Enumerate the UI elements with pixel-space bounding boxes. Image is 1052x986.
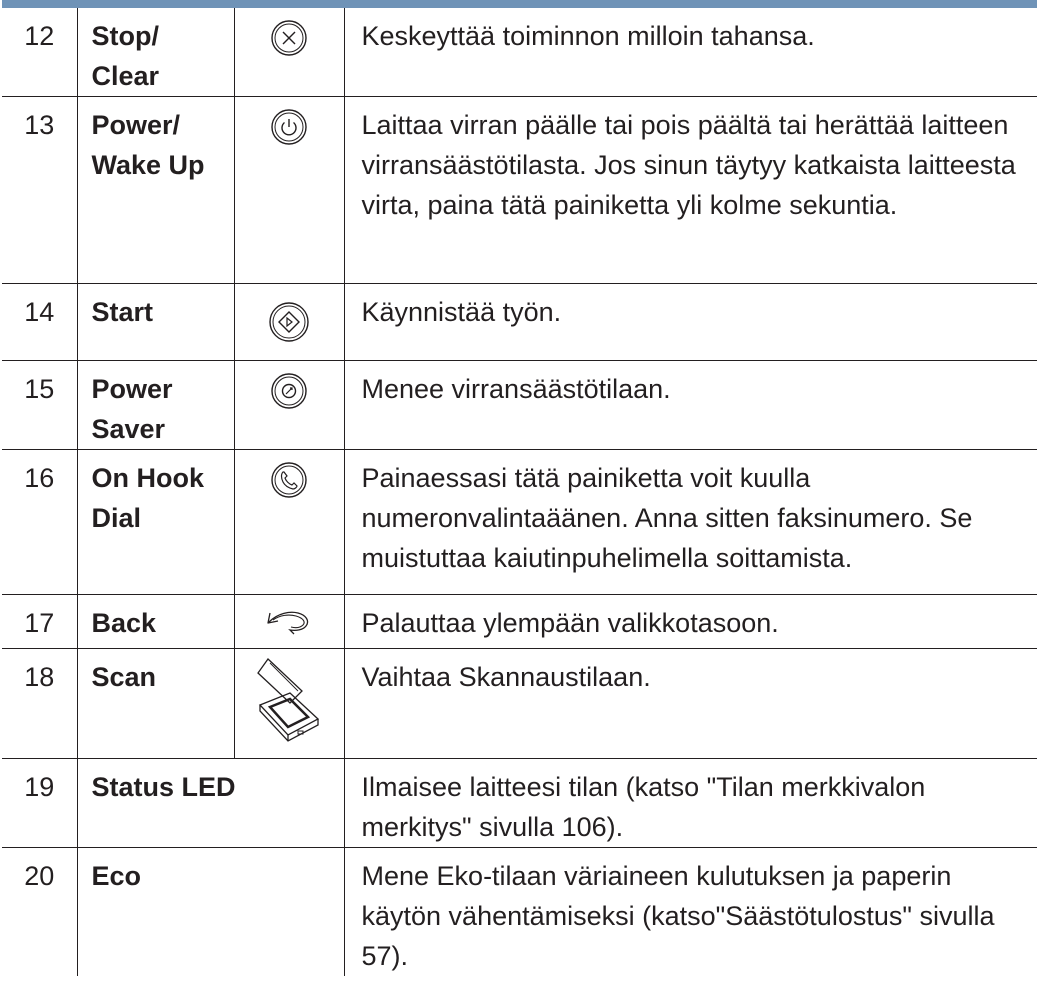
- button-name: Stop/Clear: [77, 8, 235, 97]
- table-row: 16 On Hook Dial Painaessasi tätä painiket…: [2, 449, 1037, 595]
- table-row: 12 Stop/Clear Keskeyttää toiminnon millo…: [2, 8, 1037, 97]
- button-description: Palauttaa ylempään valikkotasoon.: [361, 608, 779, 638]
- button-description: Laittaa virran päälle tai pois päältä ta…: [361, 110, 1016, 220]
- button-description: Käynnistää työn.: [361, 297, 562, 327]
- row-number: 16: [2, 449, 78, 595]
- button-name: Status LED: [77, 758, 345, 848]
- icon-cell: [234, 594, 345, 649]
- table-row: 19 Status LED Ilmaisee laitteesi tilan (…: [2, 758, 1037, 848]
- button-name: Start: [77, 283, 235, 361]
- row-number: 13: [2, 96, 78, 284]
- control-panel-table: 12 Stop/Clear Keskeyttää toiminnon millo…: [2, 8, 1037, 976]
- icon-cell: [234, 360, 345, 450]
- row-number: 17: [2, 594, 78, 649]
- stop-clear-icon: [271, 20, 307, 56]
- icon-cell: [234, 449, 345, 595]
- scanner-icon: [257, 658, 320, 742]
- row-number: 18: [2, 648, 78, 759]
- start-icon: [269, 302, 309, 342]
- phone-icon: [271, 462, 307, 498]
- row-number: 19: [2, 758, 78, 848]
- icon-cell: [234, 96, 345, 284]
- power-icon: [271, 109, 307, 145]
- row-number: 14: [2, 283, 78, 361]
- row-number: 20: [2, 847, 78, 976]
- table-row: 17 Back Palauttaa ylempään valikkotasoon…: [2, 594, 1037, 649]
- icon-cell: [234, 648, 345, 759]
- button-name: On Hook Dial: [77, 449, 235, 595]
- button-description: Menee virransäästötilaan.: [361, 374, 671, 404]
- power-saver-icon: [271, 373, 307, 409]
- table-row: 13 Power/Wake Up Laittaa virran päälle t…: [2, 96, 1037, 284]
- table-row: 15 Power Saver Menee virransäästötilaan.: [2, 360, 1037, 450]
- row-number: 15: [2, 360, 78, 450]
- icon-cell: [234, 283, 345, 361]
- button-name: Back: [77, 594, 235, 649]
- button-name: Eco: [77, 847, 345, 976]
- table-row: 14 Start Käynnistää työn.: [2, 283, 1037, 361]
- icon-cell: [234, 8, 345, 97]
- button-description: Mene Eko-tilaan väriaineen kulutuksen ja…: [361, 861, 995, 971]
- top-rule: [2, 0, 1037, 8]
- button-name: Power/Wake Up: [77, 96, 235, 284]
- back-arrow-icon: [267, 611, 309, 635]
- button-description: Vaihtaa Skannaustilaan.: [361, 662, 651, 692]
- button-description: Keskeyttää toiminnon milloin tahansa.: [361, 21, 815, 51]
- button-name: Power Saver: [77, 360, 235, 450]
- button-description: Painaessasi tätä painiketta voit kuulla …: [361, 463, 973, 573]
- table-row: 18 Scan Vaihtaa Skannaustilaan.: [2, 648, 1037, 759]
- button-name: Scan: [77, 648, 235, 759]
- row-number: 12: [2, 8, 78, 97]
- button-description: Ilmaisee laitteesi tilan (katso "Tilan m…: [361, 772, 926, 842]
- table-row: 20 Eco Mene Eko-tilaan väriaineen kulutu…: [2, 847, 1037, 976]
